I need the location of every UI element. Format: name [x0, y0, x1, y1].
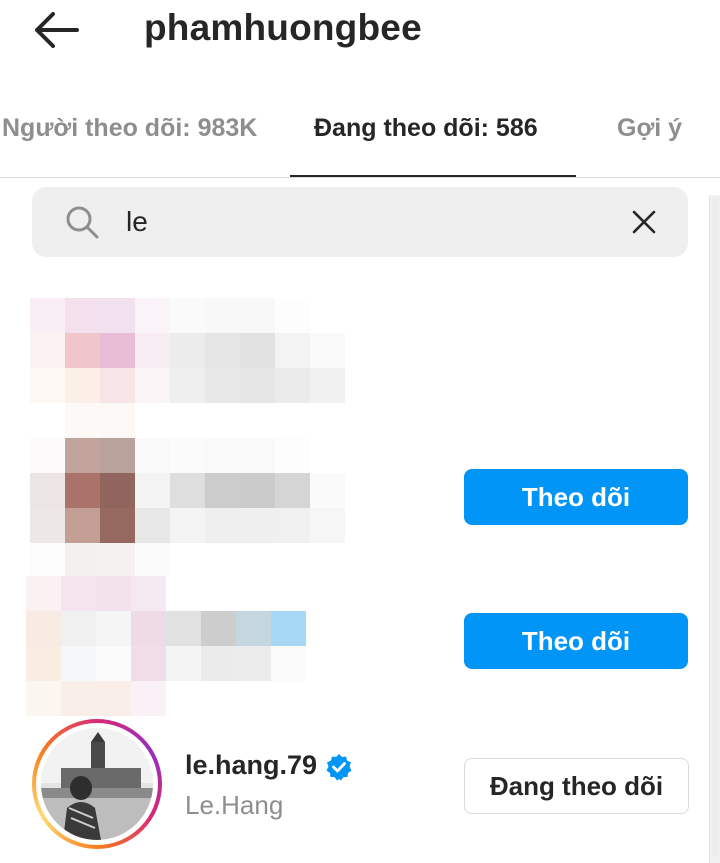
redacted-user-pixels [30, 438, 345, 578]
redacted-user-pixels [30, 298, 345, 438]
avatar-photo-icon [41, 728, 153, 840]
search-bar [32, 187, 688, 257]
tab-suggestions[interactable]: Gợi ý [617, 114, 682, 143]
list-item[interactable] [0, 290, 705, 438]
back-button[interactable] [28, 6, 84, 54]
follow-button[interactable]: Theo dõi [464, 613, 688, 669]
redacted-user-pixels [26, 576, 306, 716]
tab-following[interactable]: Đang theo dõi: 586 [314, 114, 538, 143]
verified-badge-icon [326, 754, 352, 781]
full-name-label: Le.Hang [185, 790, 284, 820]
scrollbar[interactable] [709, 195, 720, 863]
username-label[interactable]: le.hang.79 [185, 750, 317, 781]
scrollbar-thumb[interactable] [712, 197, 719, 857]
following-button[interactable]: Đang theo dõi [464, 758, 689, 814]
active-tab-indicator [290, 175, 576, 177]
tab-followers[interactable]: Người theo dõi: 983K [2, 114, 257, 143]
clear-icon[interactable] [628, 206, 660, 238]
profile-username-title: phamhuongbee [144, 7, 422, 48]
list-item[interactable]: Theo dõi [0, 432, 705, 578]
back-arrow-icon [35, 12, 79, 48]
follow-tabs: Người theo dõi: 983K Đang theo dõi: 586 … [0, 100, 720, 178]
avatar[interactable] [32, 719, 162, 849]
search-icon [66, 206, 99, 239]
follow-button[interactable]: Theo dõi [464, 469, 688, 525]
top-bar: phamhuongbee [0, 0, 720, 62]
list-item[interactable]: Theo dõi [0, 576, 705, 716]
search-input[interactable] [126, 199, 606, 245]
